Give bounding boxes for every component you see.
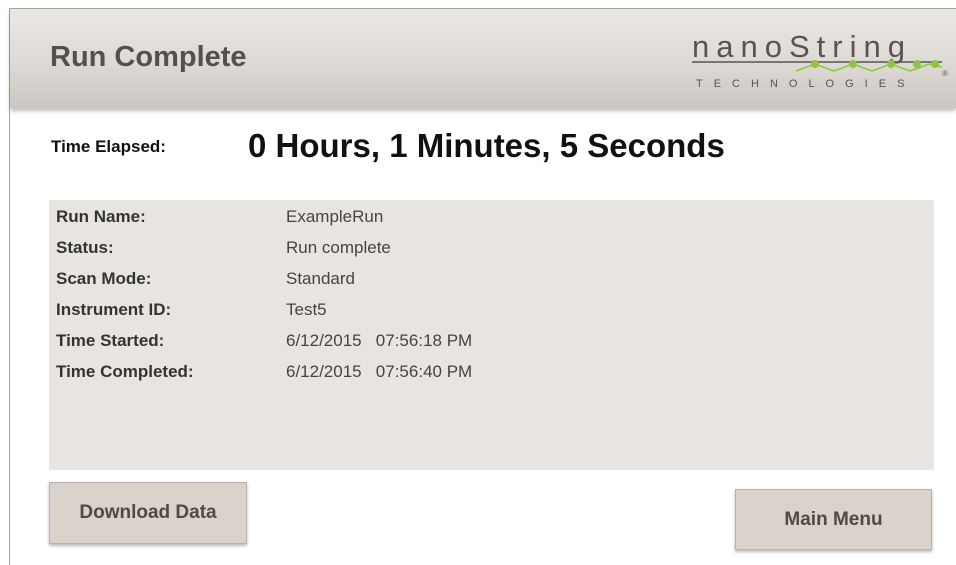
detail-value: Test5 [286,300,327,319]
logo-wordmark: nanoString [692,29,912,64]
page-title: Run Complete [50,41,247,73]
detail-label: Scan Mode: [56,269,152,288]
detail-value: Run complete [286,238,391,257]
detail-label: Time Completed: [56,362,194,381]
detail-value: Standard [286,269,355,288]
detail-value: 6/12/2015 07:56:18 PM [286,331,473,350]
detail-label: Instrument ID: [56,300,172,319]
download-data-button[interactable]: Download Data [49,482,247,544]
run-details-panel: Run Name: ExampleRun Status: Run complet… [49,200,934,470]
logo-tagline: TECHNOLOGIES [696,78,915,90]
run-complete-window: Run Complete nanoString TECHNOLOGIES ® T… [9,8,956,565]
detail-label: Run Name: [56,207,146,226]
detail-value: ExampleRun [286,207,384,226]
detail-value: 6/12/2015 07:56:40 PM [286,362,473,381]
time-elapsed-label: Time Elapsed: [51,137,166,156]
detail-row-scan-mode: Scan Mode: Standard [49,267,934,291]
header-bar: Run Complete nanoString TECHNOLOGIES ® [10,9,956,108]
detail-row-time-completed: Time Completed: 6/12/2015 07:56:40 PM [49,360,934,384]
detail-row-run-name: Run Name: ExampleRun [49,205,934,229]
detail-label: Status: [56,238,114,257]
detail-label: Time Started: [56,331,165,350]
detail-row-time-started: Time Started: 6/12/2015 07:56:18 PM [49,329,934,353]
time-elapsed-value: 0 Hours, 1 Minutes, 5 Seconds [248,127,725,164]
detail-row-instrument-id: Instrument ID: Test5 [49,298,934,322]
main-menu-button[interactable]: Main Menu [735,489,932,550]
detail-row-status: Status: Run complete [49,236,934,260]
logo-registered-mark: ® [942,69,948,78]
nanostring-logo: nanoString TECHNOLOGIES ® [692,29,948,90]
